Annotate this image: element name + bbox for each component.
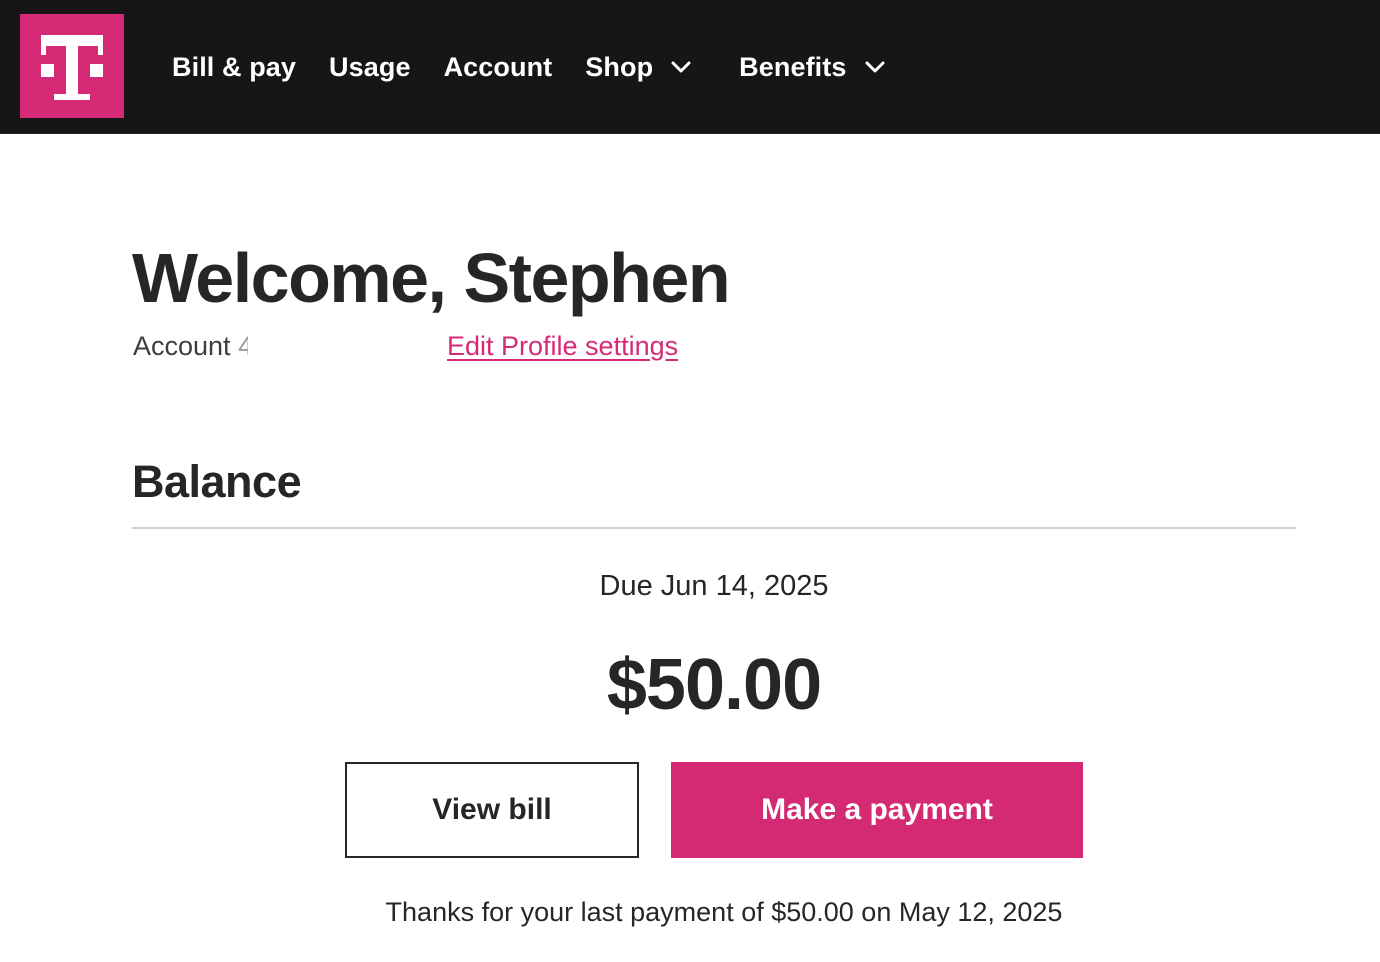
logo-glyph xyxy=(41,35,103,100)
account-info: Account 4 xyxy=(133,330,248,362)
nav-account-label: Account xyxy=(443,51,553,82)
view-bill-button[interactable]: View bill xyxy=(345,762,639,858)
main-nav: Bill & pay Usage Account Shop Benefits xyxy=(172,0,933,134)
nav-bill-pay[interactable]: Bill & pay xyxy=(172,52,296,83)
edit-profile-settings-link[interactable]: Edit Profile settings xyxy=(447,330,678,362)
chevron-down-icon xyxy=(671,61,691,73)
balance-heading: Balance xyxy=(132,456,302,507)
account-label: Account xyxy=(133,331,231,361)
top-navigation-bar: Bill & pay Usage Account Shop Benefits xyxy=(0,0,1380,134)
chevron-down-icon xyxy=(865,61,884,73)
last-payment-note: Thanks for your last payment of $50.00 o… xyxy=(385,897,1063,927)
nav-shop-label: Shop xyxy=(585,51,654,82)
view-bill-label: View bill xyxy=(432,793,552,826)
nav-usage-label: Usage xyxy=(329,51,411,82)
balance-divider xyxy=(132,527,1296,529)
nav-usage[interactable]: Usage xyxy=(329,52,411,83)
t-mobile-logo-icon[interactable] xyxy=(20,14,124,118)
make-payment-button[interactable]: Make a payment xyxy=(671,762,1083,858)
nav-account[interactable]: Account xyxy=(444,52,553,83)
nav-benefits[interactable]: Benefits xyxy=(739,52,884,83)
balance-amount: $50.00 xyxy=(606,645,822,725)
due-date: Due Jun 14, 2025 xyxy=(599,570,829,602)
account-number: 4 xyxy=(238,331,249,361)
make-payment-label: Make a payment xyxy=(761,793,993,826)
nav-shop[interactable]: Shop xyxy=(585,52,691,83)
nav-benefits-label: Benefits xyxy=(739,51,847,82)
nav-bill-pay-label: Bill & pay xyxy=(172,51,297,82)
welcome-heading: Welcome, Stephen xyxy=(132,239,731,317)
